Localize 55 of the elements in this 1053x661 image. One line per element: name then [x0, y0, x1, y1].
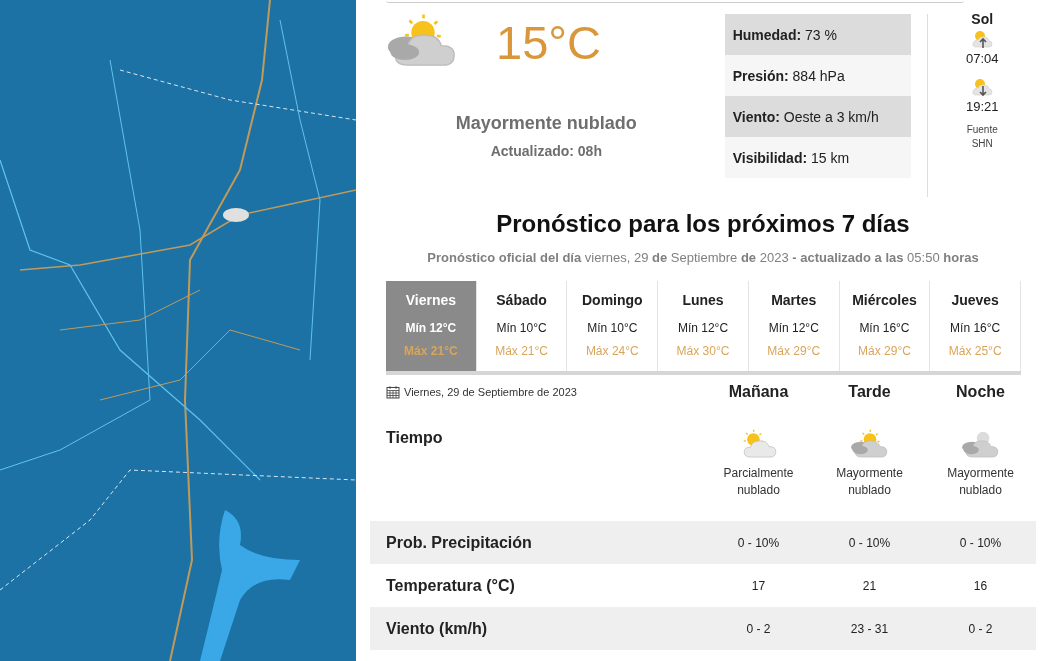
min-temperature: Mín 16°C — [950, 321, 1001, 335]
max-temperature: Máx 21°C — [495, 344, 548, 358]
sun-title: Sol — [971, 11, 994, 27]
table-cell: 16 — [973, 578, 988, 593]
table-cell: 23 - 31 — [850, 621, 889, 636]
max-temperature: Máx 29°C — [767, 344, 821, 358]
current-temperature: 15°C — [496, 19, 601, 66]
day-name: Domingo — [581, 292, 643, 308]
row-label: Tiempo — [386, 429, 443, 447]
table-cell: 0 - 2 — [746, 621, 771, 636]
table-cell: 21 — [862, 578, 877, 593]
row-label: Viento (km/h) — [386, 619, 488, 638]
table-cell: 17 — [751, 578, 766, 593]
min-temperature: Mín 10°C — [496, 321, 547, 335]
min-temperature: Mín 12°C — [768, 321, 819, 335]
min-temperature: Mín 10°C — [587, 321, 638, 335]
updated-time: Actualizado: 08h — [489, 143, 603, 160]
day-name: Sábado — [496, 292, 547, 308]
detail-row: Presión: 884 hPa — [724, 55, 912, 96]
period-header: Noche — [956, 383, 1005, 401]
period-condition: Mayormente nublado — [946, 465, 1015, 500]
max-temperature: Máx 29°C — [858, 344, 911, 358]
max-temperature: Máx 25°C — [948, 344, 1002, 358]
source-label: Fuente SHN — [965, 123, 999, 151]
min-temperature: Mín 16°C — [859, 321, 910, 335]
period-condition: Mayormente nublado — [835, 465, 904, 500]
min-temperature: Mín 12°C — [677, 321, 729, 335]
detail-row: Viento: Oeste a 3 km/h — [724, 96, 912, 137]
period-header: Mañana — [728, 383, 789, 401]
max-temperature: Máx 21°C — [404, 344, 458, 358]
detail-row: Humedad: 73 % — [724, 14, 912, 55]
selected-date: Viernes, 29 de Septiembre de 2023 — [404, 386, 577, 398]
forecast-subtitle: Pronóstico oficial del día viernes, 29 de Septiembre de 2023 - actualizado a las 05:50 horas — [426, 250, 980, 265]
max-temperature: Máx 24°C — [585, 344, 639, 358]
row-label: Temperatura (°C) — [386, 576, 515, 595]
day-name: Jueves — [951, 292, 999, 308]
current-condition: Mayormente nublado — [454, 113, 638, 135]
day-name: Viernes — [405, 292, 457, 308]
table-cell: 0 - 10% — [737, 535, 780, 550]
row-label: Prob. Precipitación — [386, 533, 532, 552]
detail-row: Visibilidad: 15 km — [724, 137, 912, 178]
sun-time: 07:04 — [965, 51, 999, 66]
min-temperature: Mín 12°C — [405, 321, 457, 335]
table-cell: 0 - 10% — [959, 535, 1002, 550]
table-cell: 0 - 10% — [848, 535, 891, 550]
day-name: Lunes — [682, 292, 724, 308]
sun-time: 19:21 — [965, 99, 999, 114]
forecast-title: Pronóstico para los próximos 7 días — [495, 210, 911, 238]
period-header: Tarde — [848, 383, 891, 401]
table-cell: 0 - 2 — [968, 621, 993, 636]
day-name: Martes — [771, 292, 817, 308]
period-condition: Parcialmente nublado — [722, 465, 795, 500]
max-temperature: Máx 30°C — [676, 344, 730, 358]
day-name: Miércoles — [852, 292, 917, 308]
calendar-icon — [386, 385, 400, 399]
